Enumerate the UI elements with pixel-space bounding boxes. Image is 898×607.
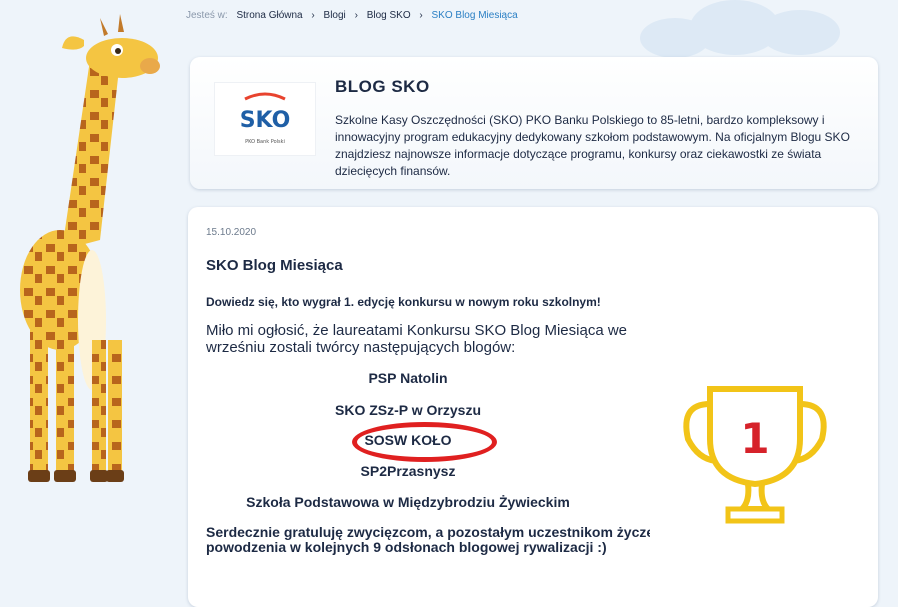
post-card: 15.10.2020 SKO Blog Miesiąca Dowiedz się… — [188, 207, 878, 607]
background-cloud — [760, 10, 840, 55]
breadcrumb-current: SKO Blog Miesiąca — [431, 10, 518, 21]
blog-description: Szkolne Kasy Oszczędności (SKO) PKO Bank… — [335, 113, 850, 178]
winner-item: SKO ZSz-P w Orzyszu — [335, 402, 481, 418]
post-lead: Dowiedz się, kto wygrał 1. edycję konkur… — [206, 295, 601, 309]
breadcrumb-separator: › — [419, 10, 423, 21]
breadcrumb-label: Jesteś w: — [186, 10, 228, 21]
winner-item: PSP Natolin — [368, 370, 448, 386]
trophy-icon: 1 — [650, 349, 864, 549]
breadcrumb: Jesteś w: Strona Główna › Blogi › Blog S… — [186, 10, 518, 21]
sko-logo[interactable]: SKO PKO Bank Polski — [214, 82, 316, 156]
congratulations-text: Serdecznie gratuluję zwycięzcom, a pozos… — [206, 524, 655, 555]
winner-item: SP2Przasnysz — [360, 463, 456, 479]
post-title[interactable]: SKO Blog Miesiąca — [206, 257, 343, 274]
breadcrumb-link-blogs[interactable]: Blogi — [324, 10, 346, 21]
post-intro: Miło mi ogłosić, że laureatami Konkursu … — [206, 322, 628, 356]
winner-item: Szkoła Podstawowa w Międzybrodziu Żywiec… — [246, 494, 570, 510]
red-highlight-circle — [352, 422, 497, 462]
blog-header-card: SKO PKO Bank Polski BLOG SKO Szkolne Kas… — [190, 57, 878, 189]
breadcrumb-separator: › — [311, 10, 315, 21]
breadcrumb-link-blog-sko[interactable]: Blog SKO — [367, 10, 411, 21]
breadcrumb-separator: › — [354, 10, 358, 21]
post-date: 15.10.2020 — [206, 227, 257, 238]
breadcrumb-link-home[interactable]: Strona Główna — [236, 10, 302, 21]
svg-text:PKO Bank Polski: PKO Bank Polski — [245, 139, 285, 145]
giraffe-mascot-illustration — [20, 14, 160, 482]
trophy-number: 1 — [740, 414, 769, 463]
svg-text:SKO: SKO — [240, 108, 291, 133]
sko-logo-graphic: SKO PKO Bank Polski — [240, 92, 291, 145]
blog-title: BLOG SKO — [335, 77, 430, 96]
